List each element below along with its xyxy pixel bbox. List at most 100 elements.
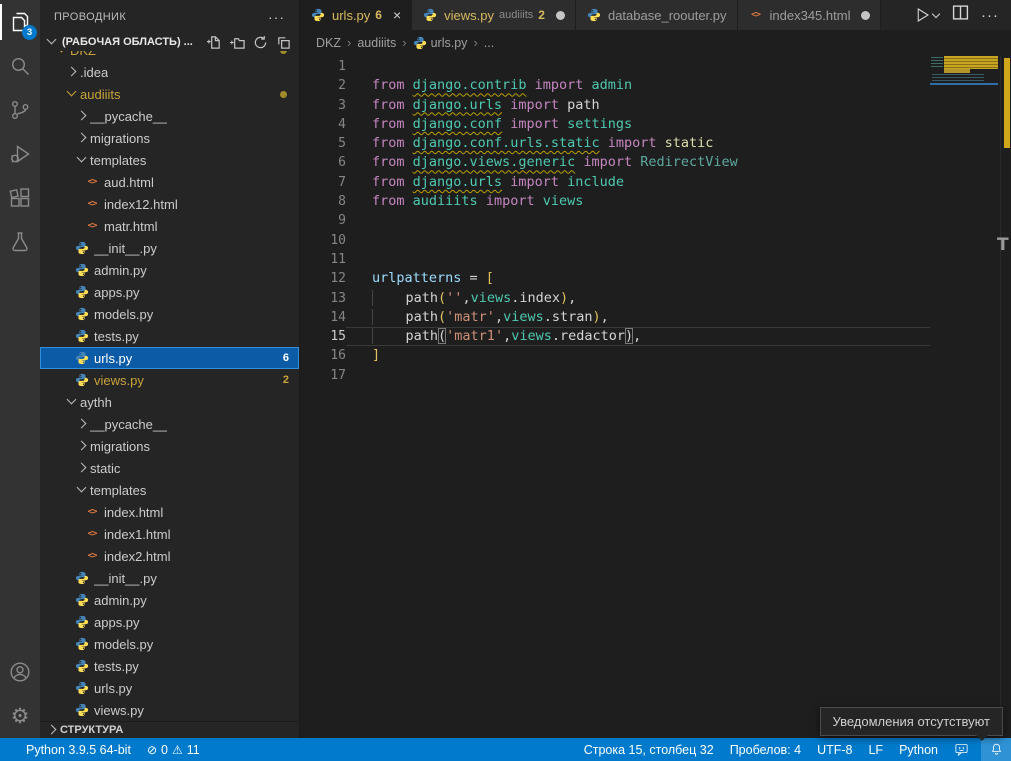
tree-item-migrations[interactable]: migrations: [40, 127, 299, 149]
run-python-file-button[interactable]: [913, 6, 940, 24]
breadcrumb-item-audiiits[interactable]: audiiits: [357, 36, 396, 50]
tree-item-matr.html[interactable]: <>matr.html: [40, 215, 299, 237]
tree-item-templates[interactable]: templates: [40, 479, 299, 501]
tree-item-DKZ[interactable]: DKZ: [40, 51, 299, 61]
code-line-2[interactable]: 2from django.contrib import admin: [300, 76, 930, 95]
refresh-icon[interactable]: [253, 35, 268, 50]
line-number: 5: [300, 134, 346, 153]
breadcrumb-item-DKZ[interactable]: DKZ: [316, 36, 341, 50]
tree-item-views.py[interactable]: views.py: [40, 699, 299, 721]
split-editor-button[interactable]: [952, 4, 969, 26]
tree-item-tests.py[interactable]: tests.py: [40, 325, 299, 347]
code-line-7[interactable]: 7from django.urls import include: [300, 173, 930, 192]
activity-explorer-icon[interactable]: 3: [0, 0, 40, 44]
tree-item-urls.py[interactable]: urls.py: [40, 677, 299, 699]
tree-item-__init__.py[interactable]: __init__.py: [40, 237, 299, 259]
tree-item-index12.html[interactable]: <>index12.html: [40, 193, 299, 215]
code-line-3[interactable]: 3from django.urls import path: [300, 96, 930, 115]
tree-item-views.py[interactable]: views.py2: [40, 369, 299, 391]
code-line-11[interactable]: 11: [300, 250, 930, 269]
more-actions-button[interactable]: ···: [981, 7, 999, 24]
chevron-down-icon[interactable]: [932, 11, 940, 19]
tree-item-aythh[interactable]: aythh: [40, 391, 299, 413]
tree-item-templates[interactable]: templates: [40, 149, 299, 171]
code-line-16[interactable]: 16]: [300, 346, 930, 365]
tree-item-models.py[interactable]: models.py: [40, 303, 299, 325]
activity-account-icon[interactable]: [0, 650, 40, 694]
workspace-section-header[interactable]: (РАБОЧАЯ ОБЛАСТЬ) ...: [40, 33, 299, 51]
code-line-10[interactable]: 10: [300, 231, 930, 250]
code-line-8[interactable]: 8from audiiits import views: [300, 192, 930, 211]
code-line-15[interactable]: 15 path('matr1',views.redactor),: [300, 327, 930, 346]
breadcrumb-item-...[interactable]: ...: [484, 36, 494, 50]
tree-item-apps.py[interactable]: apps.py: [40, 611, 299, 633]
activity-run-and-debug-icon[interactable]: [0, 132, 40, 176]
breadcrumb-item-urls.py[interactable]: urls.py: [413, 36, 468, 50]
tree-item-apps.py[interactable]: apps.py: [40, 281, 299, 303]
sidebar-more-icon[interactable]: ···: [268, 9, 285, 25]
tree-item-aud.html[interactable]: <>aud.html: [40, 171, 299, 193]
dirty-dot-icon[interactable]: [861, 11, 870, 20]
status-cursor-position[interactable]: Строка 15, столбец 32: [584, 743, 714, 757]
code-line-14[interactable]: 14 path('matr',views.stran),: [300, 308, 930, 327]
tab-urls.py[interactable]: urls.py6×: [300, 0, 412, 30]
chevron-down-icon: [64, 394, 80, 410]
problems-badge: 6: [283, 352, 289, 364]
tab-views.py[interactable]: views.pyaudiiits2: [412, 0, 576, 30]
dirty-dot-icon[interactable]: [556, 11, 565, 20]
status-encoding[interactable]: UTF-8: [817, 743, 852, 757]
code-line-12[interactable]: 12urlpatterns = [: [300, 269, 930, 288]
code-line-1[interactable]: 1: [300, 57, 930, 76]
tree-item-static[interactable]: static: [40, 457, 299, 479]
code-line-6[interactable]: 6from django.views.generic import Redire…: [300, 153, 930, 172]
status-indentation[interactable]: Пробелов: 4: [730, 743, 801, 757]
tree-item-index1.html[interactable]: <>index1.html: [40, 523, 299, 545]
status-problems[interactable]: ⊘ 0 ⚠ 11: [147, 743, 200, 757]
status-eol[interactable]: LF: [868, 743, 883, 757]
status-language-mode[interactable]: Python: [899, 743, 938, 757]
line-number: 14: [300, 308, 346, 327]
tree-item-audiiits[interactable]: audiiits: [40, 83, 299, 105]
tree-item-admin.py[interactable]: admin.py: [40, 259, 299, 281]
feedback-button[interactable]: [954, 742, 969, 757]
activity-testing-icon[interactable]: [0, 220, 40, 264]
play-icon: [913, 6, 931, 24]
code-editor[interactable]: 12from django.contrib import admin3from …: [300, 55, 1011, 738]
tab-index345.html[interactable]: <>index345.html: [738, 0, 882, 30]
tree-item-migrations[interactable]: migrations: [40, 435, 299, 457]
notifications-bell-button[interactable]: [981, 738, 1011, 761]
minimap-warning-block: [944, 56, 998, 69]
tree-item-__pycache__[interactable]: __pycache__: [40, 105, 299, 127]
code-line-13[interactable]: 13 path('',views.index),: [300, 289, 930, 308]
tree-item-__init__.py[interactable]: __init__.py: [40, 567, 299, 589]
activity-settings-icon[interactable]: ⚙: [0, 694, 40, 738]
new-folder-icon[interactable]: [230, 35, 245, 50]
code-line-5[interactable]: 5from django.conf.urls.static import sta…: [300, 134, 930, 153]
code-line-9[interactable]: 9: [300, 211, 930, 230]
tree-item-urls.py[interactable]: urls.py6: [40, 347, 299, 369]
code-line-4[interactable]: 4from django.conf import settings: [300, 115, 930, 134]
code-line-17[interactable]: 17: [300, 366, 930, 385]
tree-item-.idea[interactable]: .idea: [40, 61, 299, 83]
activity-extensions-icon[interactable]: [0, 176, 40, 220]
tree-item-models.py[interactable]: models.py: [40, 633, 299, 655]
tree-item-admin.py[interactable]: admin.py: [40, 589, 299, 611]
editor-scrollbar[interactable]: T: [1000, 55, 1011, 738]
activity-source-control-icon[interactable]: [0, 88, 40, 132]
status-python-version[interactable]: Python 3.9.5 64-bit: [26, 743, 131, 757]
minimap[interactable]: [930, 55, 1000, 738]
collapse-folders-icon[interactable]: [276, 35, 291, 50]
tree-item-__pycache__[interactable]: __pycache__: [40, 413, 299, 435]
html-file-icon: <>: [84, 504, 100, 520]
outline-section-header[interactable]: СТРУКТУРА: [40, 721, 299, 738]
outline-label: СТРУКТУРА: [60, 724, 123, 736]
error-icon: ⊘: [147, 743, 157, 757]
tree-item-index.html[interactable]: <>index.html: [40, 501, 299, 523]
tab-database_roouter.py[interactable]: database_roouter.py: [576, 0, 738, 30]
notification-toast: Уведомления отсутствуют: [820, 707, 1003, 736]
activity-search-icon[interactable]: [0, 44, 40, 88]
tree-item-tests.py[interactable]: tests.py: [40, 655, 299, 677]
new-file-icon[interactable]: [207, 35, 222, 50]
tree-item-index2.html[interactable]: <>index2.html: [40, 545, 299, 567]
close-icon[interactable]: ×: [393, 7, 401, 23]
